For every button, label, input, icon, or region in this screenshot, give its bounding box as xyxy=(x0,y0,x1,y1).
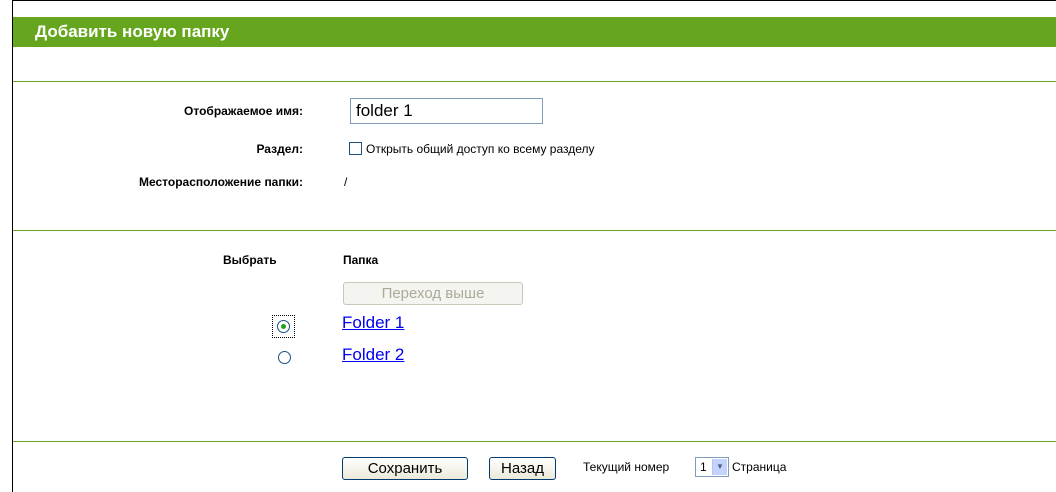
page-select-value: 1 xyxy=(700,460,707,474)
section-divider xyxy=(13,441,1056,442)
chevron-down-icon[interactable]: ▼ xyxy=(712,459,727,475)
folder-location-value: / xyxy=(344,175,348,189)
folder-1-radio[interactable] xyxy=(277,320,290,333)
folder-2-radio[interactable] xyxy=(278,351,291,364)
go-up-button[interactable]: Переход выше xyxy=(343,282,523,305)
section-divider xyxy=(13,81,1056,82)
page-header: Добавить новую папку xyxy=(13,17,1056,47)
page-suffix-label: Страница xyxy=(732,460,787,474)
folder-2-link[interactable]: Folder 2 xyxy=(342,345,404,365)
add-folder-panel: Добавить новую папку Отображаемое имя: Р… xyxy=(12,0,1056,492)
folder-location-label: Месторасположение папки: xyxy=(138,175,303,189)
display-name-label: Отображаемое имя: xyxy=(184,104,303,118)
page-title: Добавить новую папку xyxy=(35,22,230,41)
share-partition-checkbox[interactable] xyxy=(349,142,362,155)
display-name-input[interactable] xyxy=(350,98,543,124)
page-select[interactable]: 1 ▼ xyxy=(695,457,729,477)
save-button[interactable]: Сохранить xyxy=(342,457,468,480)
folder-1-link[interactable]: Folder 1 xyxy=(342,313,404,333)
back-button[interactable]: Назад xyxy=(489,457,556,480)
current-page-label: Текущий номер xyxy=(583,460,670,474)
section-divider xyxy=(13,230,1056,231)
select-column-header: Выбрать xyxy=(223,253,277,267)
partition-label: Раздел: xyxy=(256,142,303,156)
share-partition-label[interactable]: Открыть общий доступ ко всему разделу xyxy=(366,142,595,156)
folder-column-header: Папка xyxy=(343,253,379,267)
radio-selected-dot xyxy=(281,324,286,329)
